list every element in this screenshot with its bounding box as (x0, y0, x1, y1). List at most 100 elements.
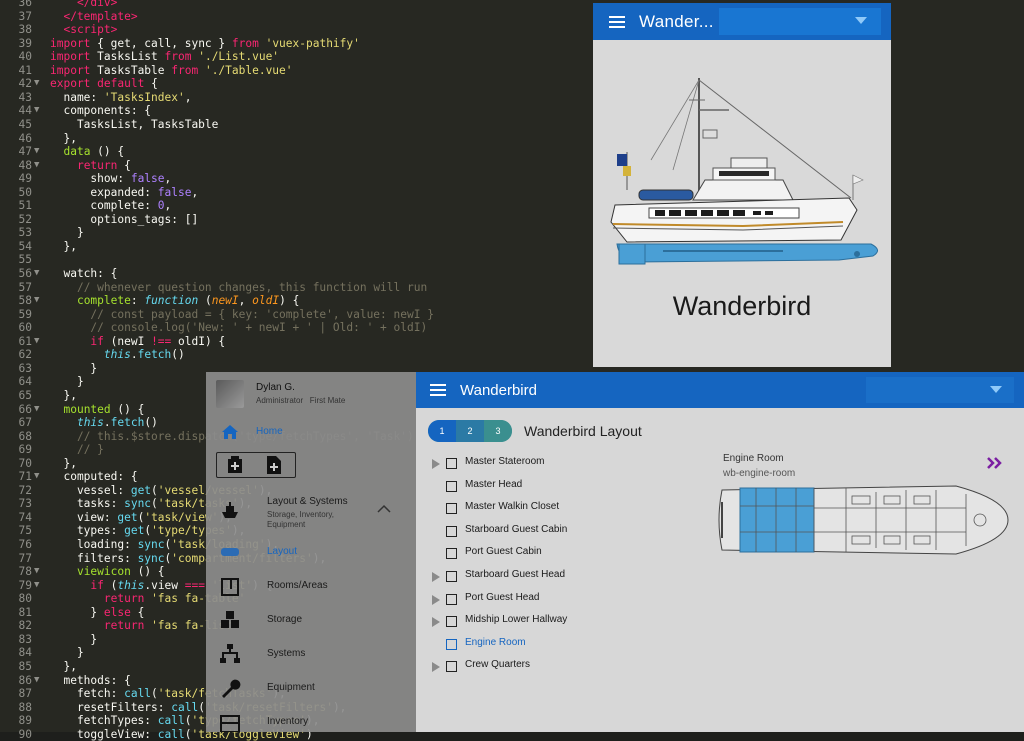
fold-toggle-icon[interactable]: ▼ (34, 471, 39, 481)
code-line[interactable]: viewicon () { (50, 565, 165, 578)
room-checkbox[interactable] (446, 593, 457, 605)
nav-inventory[interactable]: Inventory (206, 706, 416, 732)
room-checkbox[interactable] (446, 638, 457, 650)
code-line[interactable]: name: 'TasksIndex', (50, 91, 191, 104)
chevron-down-icon[interactable] (990, 386, 1002, 393)
code-line[interactable]: this.fetch() (50, 416, 158, 429)
vessel-select[interactable] (719, 8, 881, 35)
code-line[interactable]: components: { (50, 104, 151, 117)
room-checkbox[interactable] (446, 458, 457, 469)
fold-toggle-icon[interactable]: ▼ (34, 336, 39, 346)
code-line[interactable]: data () { (50, 145, 124, 158)
code-line[interactable]: } (50, 646, 84, 659)
room-checkbox[interactable] (446, 480, 457, 492)
room-list-item[interactable]: Port Guest Cabin (428, 544, 598, 564)
nav-storage[interactable]: Storage (206, 604, 416, 636)
fold-toggle-icon[interactable]: ▼ (34, 78, 39, 88)
expand-arrow-icon[interactable] (432, 459, 440, 469)
room-list-item[interactable]: Engine Room (428, 635, 598, 655)
nav-equipment[interactable]: Equipment (206, 672, 416, 704)
code-line[interactable]: }, (50, 457, 76, 470)
code-line[interactable]: } (50, 226, 84, 239)
step-1[interactable]: 1 (428, 420, 456, 442)
fold-toggle-icon[interactable]: ▼ (34, 105, 39, 115)
fold-toggle-icon[interactable]: ▼ (34, 404, 39, 414)
room-list-item[interactable]: Master Head (428, 477, 598, 497)
code-line[interactable]: mounted () { (50, 403, 144, 416)
code-line[interactable]: }, (50, 660, 76, 673)
fold-toggle-icon[interactable]: ▼ (34, 295, 39, 305)
step-3[interactable]: 3 (484, 420, 512, 442)
chevron-up-icon[interactable] (376, 504, 392, 514)
code-line[interactable]: show: false, (50, 172, 171, 185)
code-line[interactable]: if (newI !== oldI) { (50, 335, 225, 348)
menu-icon[interactable] (430, 384, 446, 396)
code-line[interactable]: expanded: false, (50, 186, 198, 199)
double-chevron-right-icon[interactable] (986, 456, 1002, 470)
room-list-item[interactable]: Starboard Guest Cabin (428, 522, 598, 542)
code-line[interactable]: } (50, 362, 97, 375)
room-list-item[interactable]: Port Guest Head (428, 590, 598, 610)
room-list-item[interactable]: Master Stateroom (428, 454, 598, 474)
room-checkbox[interactable] (446, 548, 457, 560)
code-line[interactable]: export default { (50, 77, 158, 90)
fold-toggle-icon[interactable]: ▼ (34, 580, 39, 590)
vessel-select[interactable] (866, 377, 1014, 403)
chevron-down-icon[interactable] (855, 17, 867, 24)
code-line[interactable]: }, (50, 389, 76, 402)
step-2[interactable]: 2 (456, 420, 484, 442)
deck-plan-diagram[interactable] (716, 482, 1012, 558)
fold-toggle-icon[interactable]: ▼ (34, 268, 39, 278)
expand-arrow-icon[interactable] (432, 572, 440, 582)
code-line[interactable]: // const payload = { key: 'complete', va… (50, 308, 434, 321)
room-list-item[interactable]: Midship Lower Hallway (428, 612, 598, 632)
code-line[interactable]: import { get, call, sync } from 'vuex-pa… (50, 37, 360, 50)
room-list-item[interactable]: Master Walkin Closet (428, 499, 598, 519)
room-checkbox[interactable] (446, 661, 457, 673)
room-checkbox[interactable] (446, 503, 457, 515)
code-line[interactable]: watch: { (50, 267, 117, 280)
code-line[interactable]: options_tags: [] (50, 213, 198, 226)
nav-layout-systems[interactable]: Layout & Systems Storage, Inventory, Equ… (206, 490, 416, 530)
code-line[interactable]: // } (50, 443, 104, 456)
room-list-item[interactable]: Crew Quarters (428, 657, 598, 677)
code-line[interactable]: methods: { (50, 674, 130, 687)
fold-toggle-icon[interactable]: ▼ (34, 146, 39, 156)
code-line[interactable]: import TasksTable from './Table.vue' (50, 64, 293, 77)
nav-layout[interactable]: Layout (206, 536, 416, 568)
code-line[interactable]: } (50, 633, 97, 646)
code-line[interactable]: } (50, 375, 84, 388)
code-line[interactable]: }, (50, 240, 76, 253)
room-checkbox[interactable] (446, 525, 457, 537)
code-line[interactable]: this.fetch() (50, 348, 185, 361)
file-add-icon[interactable] (267, 456, 281, 474)
fold-toggle-icon[interactable]: ▼ (34, 160, 39, 170)
code-line[interactable]: computed: { (50, 470, 137, 483)
room-checkbox[interactable] (446, 571, 457, 582)
code-line[interactable]: complete: function (newI, oldI) { (50, 294, 299, 307)
code-line[interactable]: </template> (50, 10, 137, 23)
nav-home[interactable]: Home (206, 418, 416, 450)
menu-icon[interactable] (609, 15, 625, 28)
expand-arrow-icon[interactable] (432, 662, 440, 673)
nav-systems[interactable]: Systems (206, 638, 416, 670)
code-line[interactable]: } else { (50, 606, 144, 619)
code-line[interactable]: </div> (50, 0, 117, 9)
expand-arrow-icon[interactable] (432, 617, 440, 628)
room-list-item[interactable]: Starboard Guest Head (428, 567, 598, 587)
fold-toggle-icon[interactable]: ▼ (34, 566, 39, 576)
code-line[interactable]: }, (50, 132, 76, 145)
code-line[interactable]: TasksList, TasksTable (50, 118, 218, 131)
code-line[interactable]: view: get('task/view'), (50, 511, 232, 524)
clipboard-add-icon[interactable] (227, 456, 243, 474)
nav-rooms[interactable]: Rooms/Areas (206, 570, 416, 602)
room-checkbox[interactable] (446, 616, 457, 628)
expand-arrow-icon[interactable] (432, 594, 440, 605)
code-line[interactable]: complete: 0, (50, 199, 171, 212)
code-line[interactable]: // whenever question changes, this funct… (50, 281, 427, 294)
code-line[interactable]: <script> (50, 23, 117, 36)
code-line[interactable]: import TasksList from './List.vue' (50, 50, 279, 63)
code-line[interactable]: // console.log('New: ' + newI + ' | Old:… (50, 321, 427, 334)
code-line[interactable]: return { (50, 159, 131, 172)
fold-toggle-icon[interactable]: ▼ (34, 675, 39, 685)
